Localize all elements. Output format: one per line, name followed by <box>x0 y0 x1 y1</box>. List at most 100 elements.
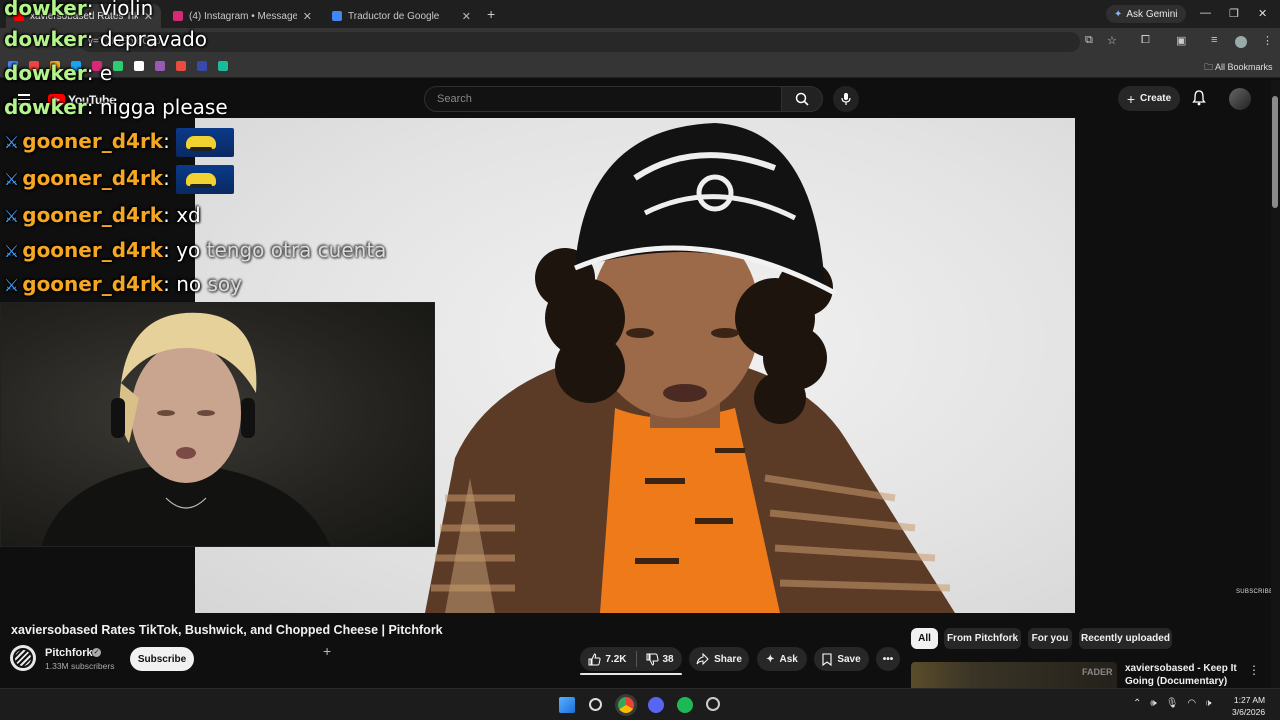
search-button[interactable] <box>781 86 823 112</box>
tab-label: Traductor de Google <box>348 10 440 22</box>
voice-search-button[interactable] <box>833 86 859 112</box>
chrome-icon[interactable] <box>618 697 634 713</box>
verified-check-icon: ✓ <box>92 648 101 657</box>
bookmark-favicon-icon[interactable] <box>134 61 144 71</box>
chat-separator: : <box>86 61 100 85</box>
video-title: xaviersobased Rates TikTok, Bushwick, an… <box>11 623 443 637</box>
chat-text: violin <box>99 0 154 20</box>
tab-instagram[interactable]: (4) Instagram • Messages ✕ <box>165 4 320 28</box>
system-tray: ⌃ 🕪 🎙 ◠ 🕩 <box>1133 698 1211 709</box>
more-actions-button[interactable]: ••• <box>876 647 900 671</box>
chat-separator: : <box>86 95 100 119</box>
video-letterbox <box>1075 118 1270 613</box>
ask-gemini-button[interactable]: ✦ Ask Gemini <box>1106 5 1186 23</box>
speaker-icon[interactable]: 🕪 <box>1150 698 1156 709</box>
subscribe-button[interactable]: Subscribe <box>130 647 194 671</box>
create-label: Create <box>1140 93 1172 104</box>
bookmarks-bar: 🗀 All Bookmarks <box>0 56 1280 78</box>
subscribe-watermark[interactable]: SUBSCRIBE <box>1236 589 1273 595</box>
chevron-up-icon[interactable]: ⌃ <box>1133 698 1141 709</box>
bookmark-favicon-icon[interactable] <box>197 61 207 71</box>
chat-username: dowker <box>4 95 87 119</box>
mouse-cursor-icon: + <box>323 643 332 659</box>
chat-text: yo <box>176 238 207 262</box>
instagram-favicon-icon <box>173 11 183 21</box>
like-button[interactable]: 7.2K <box>588 652 627 666</box>
close-tab-icon[interactable]: ✕ <box>303 10 312 23</box>
bookmark-star-icon[interactable]: ☆ <box>1107 34 1117 47</box>
steam-icon[interactable] <box>706 697 720 711</box>
bookmark-favicon-icon[interactable] <box>176 61 186 71</box>
side-panel-icon[interactable]: ▣ <box>1176 34 1186 47</box>
maximize-window-icon[interactable]: ❐ <box>1229 7 1239 20</box>
all-bookmarks-label: All Bookmarks <box>1215 62 1273 72</box>
new-tab-button[interactable]: + <box>487 6 495 22</box>
like-dislike-group: 7.2K 38 <box>580 647 682 671</box>
create-button[interactable]: + Create <box>1118 86 1180 111</box>
volume-icon[interactable]: 🕩 <box>1205 698 1211 709</box>
chat-text-faded: soy <box>207 272 243 296</box>
chip-recently-uploaded[interactable]: Recently uploaded <box>1079 628 1172 649</box>
recommended-video-title[interactable]: xaviersobased - Keep It Going (Documenta… <box>1125 662 1245 688</box>
close-tab-icon[interactable]: ✕ <box>462 10 471 23</box>
chat-text: depravado <box>99 27 208 51</box>
minimize-window-icon[interactable]: — <box>1200 7 1211 19</box>
chip-from-pitchfork[interactable]: From Pitchfork <box>944 628 1021 649</box>
chat-text: nigga please <box>99 95 228 119</box>
ask-button[interactable]: ✦ Ask <box>757 647 807 671</box>
taskbar-search-icon[interactable] <box>589 698 602 711</box>
clock-time: 1:27 AM <box>1233 695 1266 705</box>
bookmark-favicon-icon[interactable] <box>113 61 123 71</box>
share-arrow-icon <box>696 653 709 665</box>
chat-separator: : <box>163 238 177 262</box>
channel-avatar[interactable] <box>10 645 36 671</box>
windows-start-icon[interactable] <box>559 697 575 713</box>
more-horizontal-icon: ••• <box>882 653 894 665</box>
browser-tab-bar: xaviersobased Rates TikTok, ✕ (4) Instag… <box>0 0 1280 28</box>
account-avatar[interactable] <box>1229 88 1251 110</box>
install-app-icon[interactable]: ⧉ <box>1085 34 1093 47</box>
translate-favicon-icon <box>332 11 342 21</box>
profile-avatar[interactable] <box>1235 36 1247 48</box>
browser-menu-icon[interactable]: ⋮ <box>1262 34 1273 47</box>
all-bookmarks-button[interactable]: 🗀 All Bookmarks <box>1204 60 1273 76</box>
chip-all[interactable]: All <box>911 628 938 649</box>
bookmark-favicon-icon[interactable] <box>218 61 228 71</box>
thumbs-up-icon <box>588 652 601 665</box>
chat-emote-image <box>176 165 235 194</box>
share-button[interactable]: Share <box>689 647 749 671</box>
ask-gemini-label: Ask Gemini <box>1126 8 1178 20</box>
microphone-tray-icon[interactable]: 🎙 <box>1166 698 1179 709</box>
bookmark-favicon-icon[interactable] <box>155 61 165 71</box>
chat-username: gooner_d4rk <box>22 272 164 296</box>
chat-username: gooner_d4rk <box>22 203 164 227</box>
scrollbar-thumb[interactable] <box>1272 96 1278 208</box>
discord-icon[interactable] <box>648 697 664 713</box>
address-bar[interactable]: v=Y2fUSbrbC1o <box>80 32 1080 52</box>
wifi-icon[interactable]: ◠ <box>1187 698 1196 709</box>
thumbs-down-icon <box>646 653 659 666</box>
thumbnail-channel-mark: FADER <box>1082 667 1113 677</box>
chat-message: ⚔ gooner_d4rk: yo tengo otra cuenta <box>4 238 386 262</box>
windows-taskbar: ⌃ 🕪 🎙 ◠ 🕩 1:27 AM 3/6/2026 <box>0 688 1280 720</box>
tab-google-translate[interactable]: Traductor de Google ✕ <box>324 4 479 28</box>
spotify-icon[interactable] <box>677 697 693 713</box>
bookmark-icon <box>822 652 832 666</box>
reading-list-icon[interactable]: ≡ <box>1211 34 1217 46</box>
more-vertical-icon[interactable]: ⋮ <box>1248 663 1260 677</box>
chip-for-you[interactable]: For you <box>1028 628 1072 649</box>
close-window-icon[interactable]: ✕ <box>1258 7 1267 20</box>
taskbar-clock[interactable]: 1:27 AM 3/6/2026 <box>1232 694 1265 718</box>
chat-message: ⚔ gooner_d4rk: <box>4 128 235 157</box>
chat-message: ⚔ gooner_d4rk: <box>4 165 235 194</box>
chat-message: dowker: depravado <box>4 27 207 51</box>
channel-name[interactable]: Pitchfork <box>45 647 93 659</box>
notifications-bell-icon[interactable] <box>1192 90 1206 111</box>
save-button[interactable]: Save <box>814 647 869 671</box>
dislike-button[interactable]: 38 <box>646 653 674 666</box>
search-input[interactable]: Search <box>424 86 782 112</box>
extensions-icon[interactable]: ⧠ <box>1141 34 1150 47</box>
chat-message: ⚔ gooner_d4rk: xd <box>4 203 201 227</box>
chat-separator: : <box>163 272 177 296</box>
save-label: Save <box>837 653 861 665</box>
